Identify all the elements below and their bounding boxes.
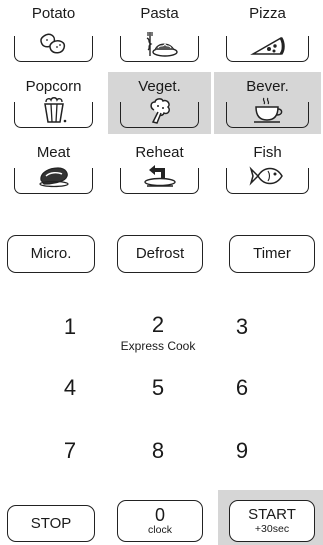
vegetable-tray — [120, 98, 199, 128]
micro-button[interactable]: Micro. — [7, 235, 95, 273]
express-cook-label: Express Cook — [120, 339, 196, 353]
clock-label: clock — [148, 524, 172, 536]
start-plus30-label: +30sec — [254, 523, 290, 535]
meat-tray — [14, 167, 93, 194]
start-label: START — [248, 506, 296, 523]
key-3[interactable]: 3 — [227, 315, 257, 339]
stop-button[interactable]: STOP — [7, 505, 95, 542]
fish-label: Fish — [253, 144, 282, 161]
potato-label: Potato — [31, 5, 76, 22]
key-8[interactable]: 8 — [143, 439, 173, 463]
popcorn-key[interactable]: Popcorn — [2, 72, 105, 134]
start-button[interactable]: START +30sec — [229, 500, 315, 542]
pasta-icon — [146, 32, 178, 57]
key-6[interactable]: 6 — [227, 376, 257, 400]
pizza-tray — [226, 36, 309, 62]
key-4[interactable]: 4 — [55, 376, 85, 400]
reheat-key[interactable]: Reheat — [108, 138, 211, 200]
beverage-label: Bever. — [246, 78, 289, 95]
vegetable-label: Veget. — [138, 78, 181, 95]
fish-tray — [226, 166, 309, 194]
key-2[interactable]: 2 — [143, 313, 173, 337]
timer-label: Timer — [253, 245, 291, 262]
beverage-tray — [226, 97, 309, 128]
key-1[interactable]: 1 — [55, 315, 85, 339]
potato-tray — [14, 33, 93, 62]
fish-icon — [248, 166, 283, 186]
pizza-icon — [249, 36, 285, 55]
pizza-label: Pizza — [249, 5, 286, 22]
reheat-tray — [120, 165, 199, 194]
defrost-label: Defrost — [135, 245, 185, 262]
fish-key[interactable]: Fish — [214, 138, 321, 200]
popcorn-tray — [14, 97, 93, 128]
beverage-icon — [253, 97, 282, 123]
key-7[interactable]: 7 — [55, 439, 85, 463]
micro-label: Micro. — [30, 245, 72, 262]
reheat-icon — [143, 165, 176, 187]
timer-button[interactable]: Timer — [229, 235, 315, 273]
key-9[interactable]: 9 — [227, 439, 257, 463]
stop-label: STOP — [30, 514, 72, 532]
zero-clock-button[interactable]: 0 clock — [117, 500, 203, 542]
pasta-tray — [120, 32, 199, 62]
meat-key[interactable]: Meat — [2, 138, 105, 200]
popcorn-icon — [43, 97, 66, 123]
potato-icon — [39, 33, 65, 54]
reheat-label: Reheat — [135, 144, 184, 161]
pasta-key[interactable]: Pasta — [108, 0, 211, 68]
beverage-key[interactable]: Bever. — [214, 72, 321, 134]
defrost-button[interactable]: Defrost — [117, 235, 203, 273]
key-5[interactable]: 5 — [143, 376, 173, 400]
zero-label: 0 — [154, 505, 165, 525]
vegetable-icon — [149, 98, 170, 124]
popcorn-label: Popcorn — [25, 78, 82, 95]
meat-icon — [38, 167, 69, 188]
vegetable-key[interactable]: Veget. — [108, 72, 211, 134]
meat-label: Meat — [36, 144, 71, 161]
potato-key[interactable]: Potato — [2, 0, 105, 68]
pasta-label: Pasta — [140, 5, 179, 22]
pizza-key[interactable]: Pizza — [214, 0, 321, 68]
